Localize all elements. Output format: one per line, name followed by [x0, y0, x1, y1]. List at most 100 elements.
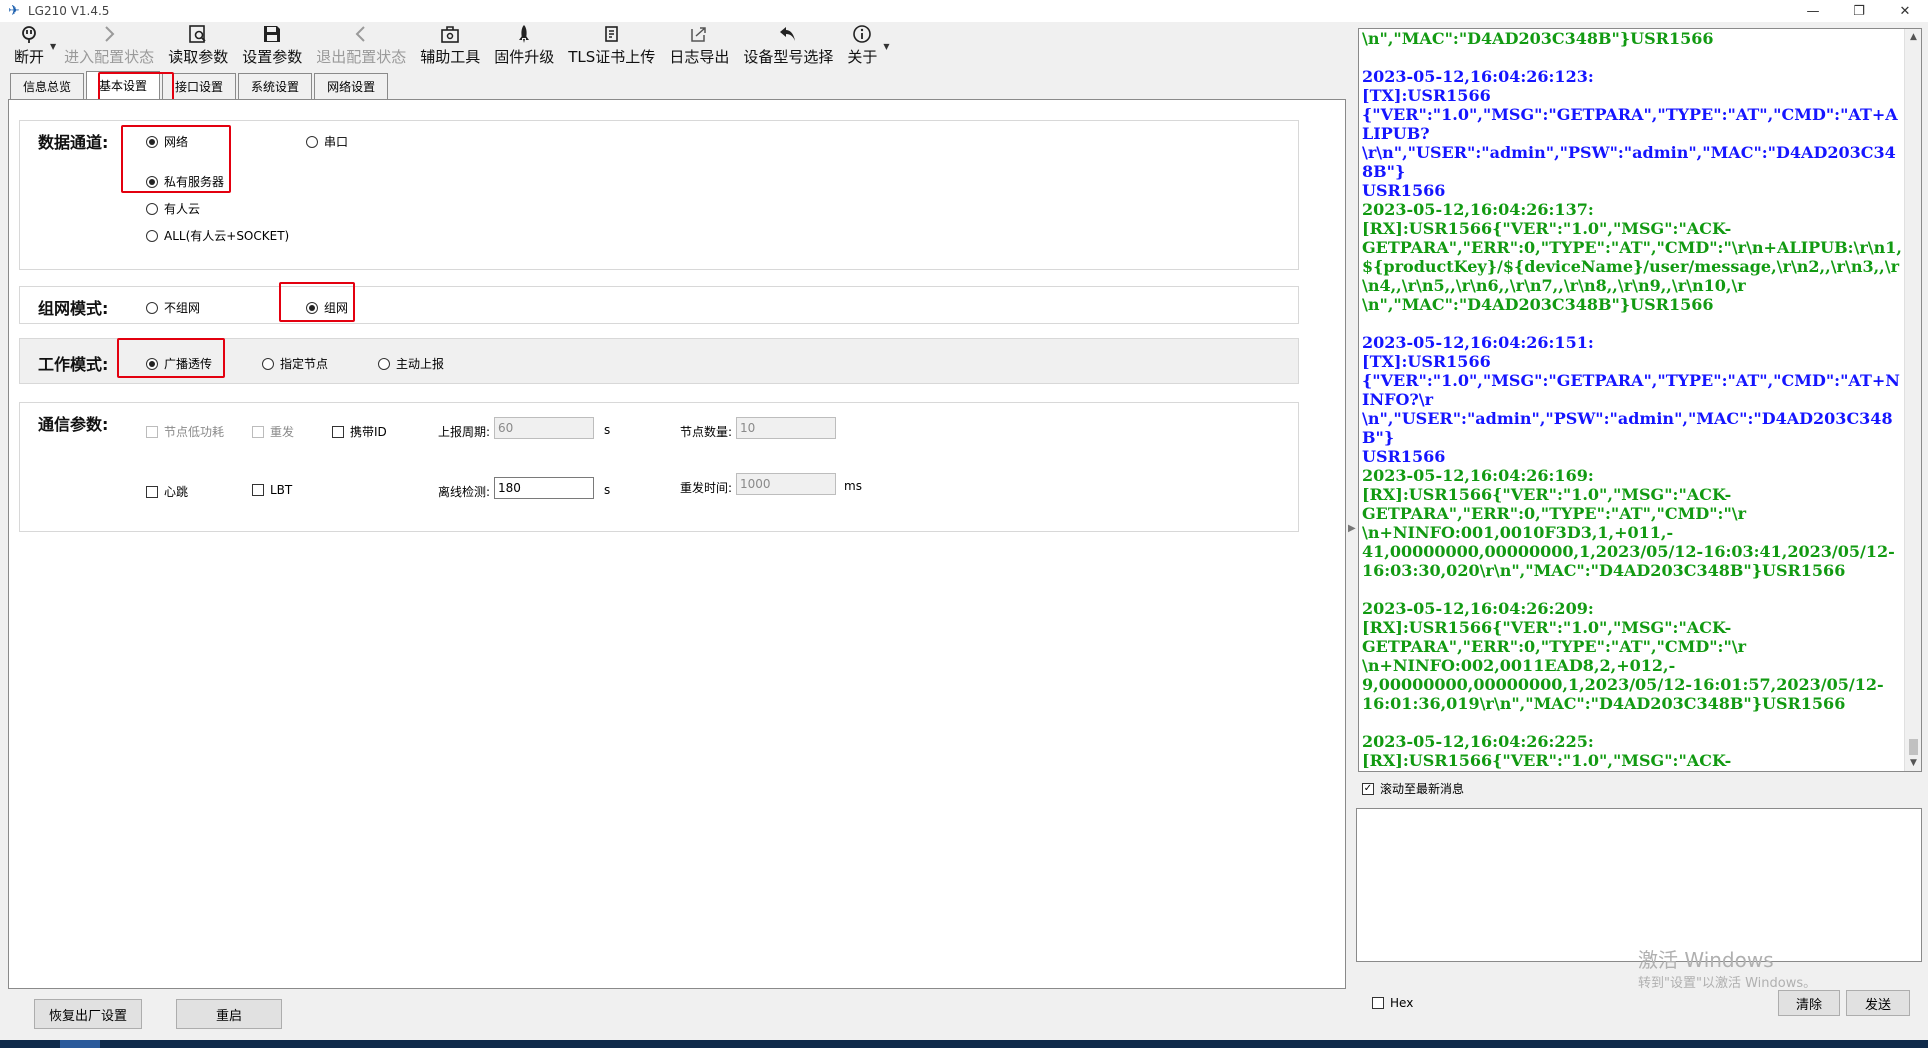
log-line: {"VER":"1.0","MSG":"GETPARA","TYPE":"AT"… — [1362, 105, 1898, 143]
aux-tools-label: 辅助工具 — [420, 48, 481, 66]
log-line: USR1566 — [1362, 181, 1446, 200]
certificate-icon — [600, 22, 624, 46]
undo-arrow-icon — [776, 22, 800, 46]
checkbox-label: 滚动至最新消息 — [1380, 782, 1465, 796]
heartbeat-checkbox[interactable]: 心跳 — [146, 483, 188, 500]
log-line: GETPARA","ERR":0,"TYPE":"AT","CMD":"\r\n… — [1362, 238, 1902, 257]
work-mode-highlight-box — [117, 338, 225, 378]
log-output-panel[interactable]: \n","MAC":"D4AD203C348B"}USR1566 2023-05-… — [1358, 28, 1922, 772]
resend-time-input[interactable] — [736, 473, 836, 495]
carry-id-checkbox[interactable]: 携带ID — [332, 423, 387, 440]
radio-label: ALL(有人云+SOCKET) — [164, 229, 290, 243]
restore-button[interactable]: ❐ — [1836, 0, 1882, 22]
radio-dot — [378, 357, 390, 370]
device-model-select-button[interactable]: 设备型号选择 — [743, 22, 833, 68]
log-export-button[interactable]: 日志导出 — [669, 22, 729, 68]
log-line: [RX]:USR1566{"VER":"1.0","MSG":"ACK- — [1362, 485, 1732, 504]
autoscroll-checkbox[interactable]: ✓ 滚动至最新消息 — [1362, 780, 1464, 797]
log-line: 2023-05-12,16:04:26:137: — [1362, 200, 1594, 219]
node-count-input[interactable] — [736, 417, 836, 439]
offline-detect-unit: s — [604, 483, 611, 497]
hex-checkbox[interactable]: Hex — [1372, 996, 1413, 1010]
log-scrollbar[interactable]: ▲ ▼ — [1904, 29, 1921, 771]
comm-params-label: 通信参数: — [38, 415, 109, 434]
radio-label: 有人云 — [164, 202, 201, 216]
device-model-select-label: 设备型号选择 — [743, 48, 834, 66]
disconnect-label: 断开 — [14, 48, 45, 66]
work-mode-label: 工作模式: — [38, 355, 109, 374]
about-button[interactable]: 关于 — [847, 22, 877, 68]
tab-system-settings[interactable]: 系统设置 — [238, 73, 313, 99]
active-report-radio[interactable]: 主动上报 — [378, 355, 444, 372]
set-params-button[interactable]: 设置参数 — [242, 22, 302, 68]
settings-tabs: 信息总览 基本设置 接口设置 系统设置 网络设置 — [10, 71, 390, 99]
log-line: {"VER":"1.0","MSG":"GETPARA","TYPE":"AT"… — [1362, 371, 1900, 409]
report-period-input[interactable] — [494, 417, 594, 439]
resend-checkbox[interactable]: 重发 — [252, 423, 294, 440]
toolbox-icon — [438, 22, 462, 46]
scroll-up-icon[interactable]: ▲ — [1905, 29, 1921, 45]
log-line: \n+NINFO:001,0010F3D3,1,+011,- — [1362, 523, 1674, 542]
minimize-button[interactable]: — — [1790, 0, 1836, 22]
send-input[interactable] — [1356, 808, 1922, 962]
lbt-checkbox[interactable]: LBT — [252, 483, 292, 497]
tab-info-overview[interactable]: 信息总览 — [10, 73, 85, 99]
checkbox-box — [252, 484, 264, 496]
disconnect-button[interactable]: 断开 — [14, 22, 44, 68]
scroll-thumb[interactable] — [1909, 739, 1918, 755]
tab-highlight-box — [98, 72, 174, 102]
offline-detect-input[interactable] — [494, 477, 594, 499]
panel-splitter[interactable]: ▶ — [1346, 28, 1356, 988]
send-button[interactable]: 发送 — [1846, 990, 1910, 1016]
chevron-right-icon — [97, 22, 121, 46]
usr-cloud-radio[interactable]: 有人云 — [146, 200, 200, 217]
factory-reset-button[interactable]: 恢复出厂设置 — [34, 999, 142, 1029]
log-line: 2023-05-12,16:04:26:123: — [1362, 67, 1594, 86]
exit-config-button[interactable]: 退出配置状态 — [316, 22, 406, 68]
log-line: 2023-05-12,16:04:26:151: — [1362, 333, 1594, 352]
log-line: [RX]:USR1566{"VER":"1.0","MSG":"ACK- — [1362, 219, 1732, 238]
log-export-label: 日志导出 — [669, 48, 730, 66]
log-line: 2023-05-12,16:04:26:225: — [1362, 732, 1594, 751]
no-network-radio[interactable]: 不组网 — [146, 299, 200, 316]
taskbar — [0, 1040, 1928, 1048]
offline-detect-label: 离线检测: — [438, 485, 491, 499]
checkbox-box — [252, 425, 264, 438]
firmware-upgrade-button[interactable]: 固件升级 — [494, 22, 554, 68]
radio-dot — [306, 135, 318, 148]
specified-node-radio[interactable]: 指定节点 — [262, 355, 328, 372]
checkbox-label: Hex — [1390, 996, 1414, 1010]
tls-cert-upload-button[interactable]: TLS证书上传 — [568, 22, 655, 68]
data-channel-serial-radio[interactable]: 串口 — [306, 133, 348, 150]
log-line: GETPARA","ERR":0,"TYPE":"AT","CMD":"\r — [1362, 637, 1747, 656]
log-line: \n","MAC":"D4AD203C348B"}USR1566 — [1362, 29, 1714, 48]
export-icon — [687, 22, 711, 46]
clear-button[interactable]: 清除 — [1778, 990, 1840, 1016]
restart-button[interactable]: 重启 — [176, 999, 282, 1029]
activation-watermark-subtitle: 转到"设置"以激活 Windows。 — [1638, 976, 1817, 991]
radio-dot — [146, 229, 158, 242]
tab-network-settings[interactable]: 网络设置 — [314, 73, 389, 99]
read-params-button[interactable]: 读取参数 — [168, 22, 228, 68]
toolbar-overflow-dropdown-icon[interactable]: ▼ — [883, 42, 889, 51]
enter-config-label: 进入配置状态 — [64, 48, 155, 66]
close-button[interactable]: ✕ — [1882, 0, 1928, 22]
scroll-down-icon[interactable]: ▼ — [1905, 755, 1921, 771]
set-params-label: 设置参数 — [242, 48, 303, 66]
log-line: 16:03:30,020\r\n","MAC":"D4AD203C348B"}U… — [1362, 561, 1846, 580]
radio-dot — [146, 301, 158, 314]
window-controls: — ❐ ✕ — [1790, 0, 1928, 22]
aux-tools-button[interactable]: 辅助工具 — [420, 22, 480, 68]
enter-config-button[interactable]: 进入配置状态 — [64, 22, 154, 68]
log-text: \n","MAC":"D4AD203C348B"}USR1566 2023-05-… — [1362, 29, 1903, 771]
radio-label: 指定节点 — [280, 357, 329, 371]
log-line: 2023-05-12,16:04:26:209: — [1362, 599, 1594, 618]
node-low-power-checkbox[interactable]: 节点低功耗 — [146, 423, 224, 440]
all-cloud-socket-radio[interactable]: ALL(有人云+SOCKET) — [146, 227, 289, 244]
taskbar-start-icon[interactable] — [60, 1040, 100, 1048]
disconnect-dropdown-icon[interactable]: ▼ — [50, 42, 56, 51]
log-line: [TX]:USR1566 — [1362, 352, 1491, 371]
